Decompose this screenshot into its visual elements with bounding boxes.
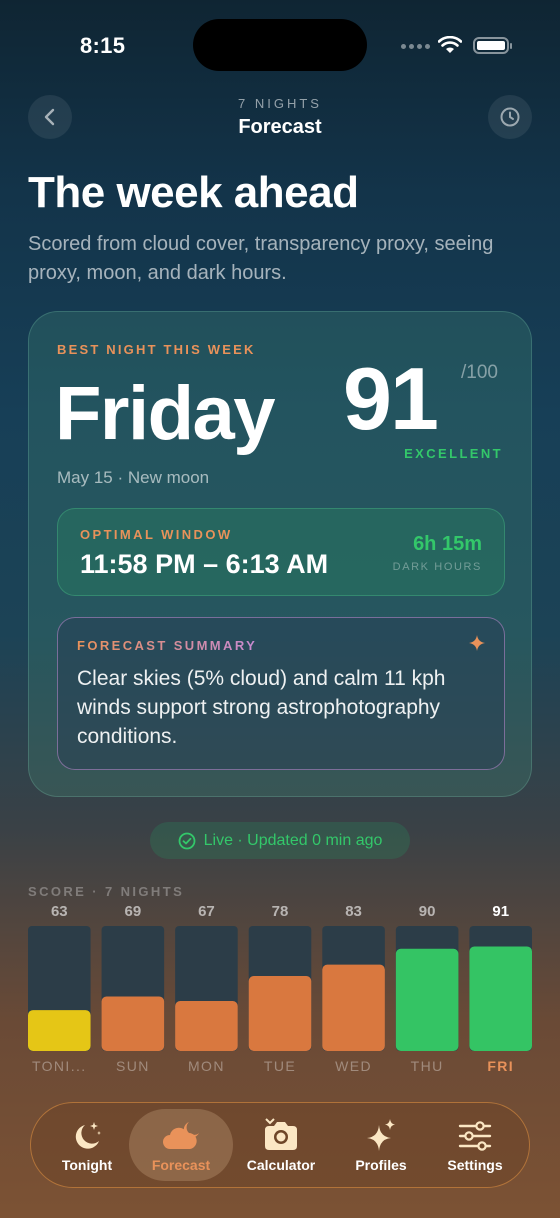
tab-label: Forecast <box>151 1157 211 1173</box>
clock-icon <box>500 107 520 127</box>
chart-title: SCORE · 7 NIGHTS <box>28 884 185 899</box>
bar-value-label: 67 <box>198 903 215 920</box>
bar-value-label: 78 <box>272 903 289 920</box>
live-status-badge: Live · Updated 0 min ago <box>150 822 410 859</box>
bar-category-label: THU <box>411 1058 444 1074</box>
wifi-icon <box>438 36 462 53</box>
history-button[interactable] <box>488 95 532 139</box>
bar-value-label: 69 <box>125 903 142 920</box>
tab-calculator[interactable]: Calculator <box>229 1109 333 1181</box>
forecast-summary-label: FORECAST SUMMARY <box>77 638 258 653</box>
bar-category-label: MON <box>188 1058 225 1074</box>
sparkle-icon <box>469 635 485 651</box>
forecast-summary-box: FORECAST SUMMARY Clear skies (5% cloud) … <box>57 617 505 770</box>
bar-toni[interactable] <box>28 1010 91 1051</box>
best-night-date: May 15 · New moon <box>57 468 210 487</box>
best-night-label: BEST NIGHT THIS WEEK <box>57 342 256 357</box>
bar-sun[interactable] <box>101 996 165 1051</box>
tab-label: Tonight <box>61 1157 113 1173</box>
check-circle-icon <box>178 832 196 849</box>
nav-subtitle: 7 NIGHTS <box>238 96 322 111</box>
dark-hours-value: 6h 15m <box>413 533 482 555</box>
best-night-card[interactable]: BEST NIGHT THIS WEEK Friday 91 /100 EXCE… <box>28 311 532 797</box>
optimal-window-label: OPTIMAL WINDOW <box>80 527 233 542</box>
tab-label: Settings <box>447 1157 503 1173</box>
best-night-rating: EXCELLENT <box>404 446 503 461</box>
tab-bar: Tonight Forecast Calculator Profiles Set… <box>30 1102 530 1188</box>
tab-settings[interactable]: Settings <box>423 1109 527 1181</box>
bar-category-label: SUN <box>116 1058 150 1074</box>
tab-label: Profiles <box>355 1157 407 1173</box>
tab-profiles[interactable]: Profiles <box>329 1109 433 1181</box>
sparkles-icon <box>367 1119 395 1151</box>
camera-icon <box>265 1118 297 1150</box>
score-bar-chart: 63 TONI... 69 SUN 67 MON 78 TUE 83 WED 90 THU 91 FRI <box>28 903 532 1074</box>
dark-hours-label: DARK HOURS <box>392 561 482 573</box>
bar-value-label: 83 <box>345 903 362 920</box>
cellular-signal-icon <box>401 44 430 49</box>
tab-label: Calculator <box>246 1157 316 1173</box>
cloud-moon-icon <box>163 1122 199 1149</box>
bar-tue[interactable] <box>248 976 312 1051</box>
sliders-icon <box>458 1121 492 1151</box>
page-title: The week ahead <box>28 168 359 217</box>
battery-icon <box>473 37 512 54</box>
best-night-score-max: /100 <box>461 362 498 383</box>
optimal-window-box: OPTIMAL WINDOW 11:58 PM – 6:13 AM 6h 15m… <box>57 508 505 596</box>
bar-mon[interactable] <box>175 1001 238 1051</box>
bar-value-label: 63 <box>51 903 68 920</box>
bar-fri[interactable] <box>469 946 532 1051</box>
forecast-summary-text: Clear skies (5% cloud) and calm 11 kph w… <box>77 667 446 748</box>
nav-title: Forecast <box>238 116 322 138</box>
dynamic-island <box>193 19 367 71</box>
moon-stars-icon <box>75 1122 101 1149</box>
live-status-text: Live · Updated 0 min ago <box>203 831 383 849</box>
status-time: 8:15 <box>80 33 126 58</box>
tab-tonight[interactable]: Tonight <box>35 1109 139 1181</box>
bar-category-label: TUE <box>264 1058 296 1074</box>
bar-wed[interactable] <box>322 964 385 1051</box>
bar-category-label: WED <box>335 1058 372 1074</box>
bar-value-label: 90 <box>419 903 436 920</box>
page-description: Scored from cloud cover, transparency pr… <box>28 233 494 284</box>
optimal-window-time: 11:58 PM – 6:13 AM <box>80 549 329 579</box>
bar-value-label: 91 <box>492 903 509 920</box>
bar-thu[interactable] <box>395 948 459 1051</box>
bar-category-label: FRI <box>487 1058 514 1074</box>
tab-forecast[interactable]: Forecast <box>129 1109 233 1181</box>
best-night-score: 91 <box>343 349 439 448</box>
status-bar: 8:15 <box>0 0 560 90</box>
bar-category-label: TONI... <box>32 1058 87 1074</box>
best-night-day: Friday <box>55 371 276 456</box>
